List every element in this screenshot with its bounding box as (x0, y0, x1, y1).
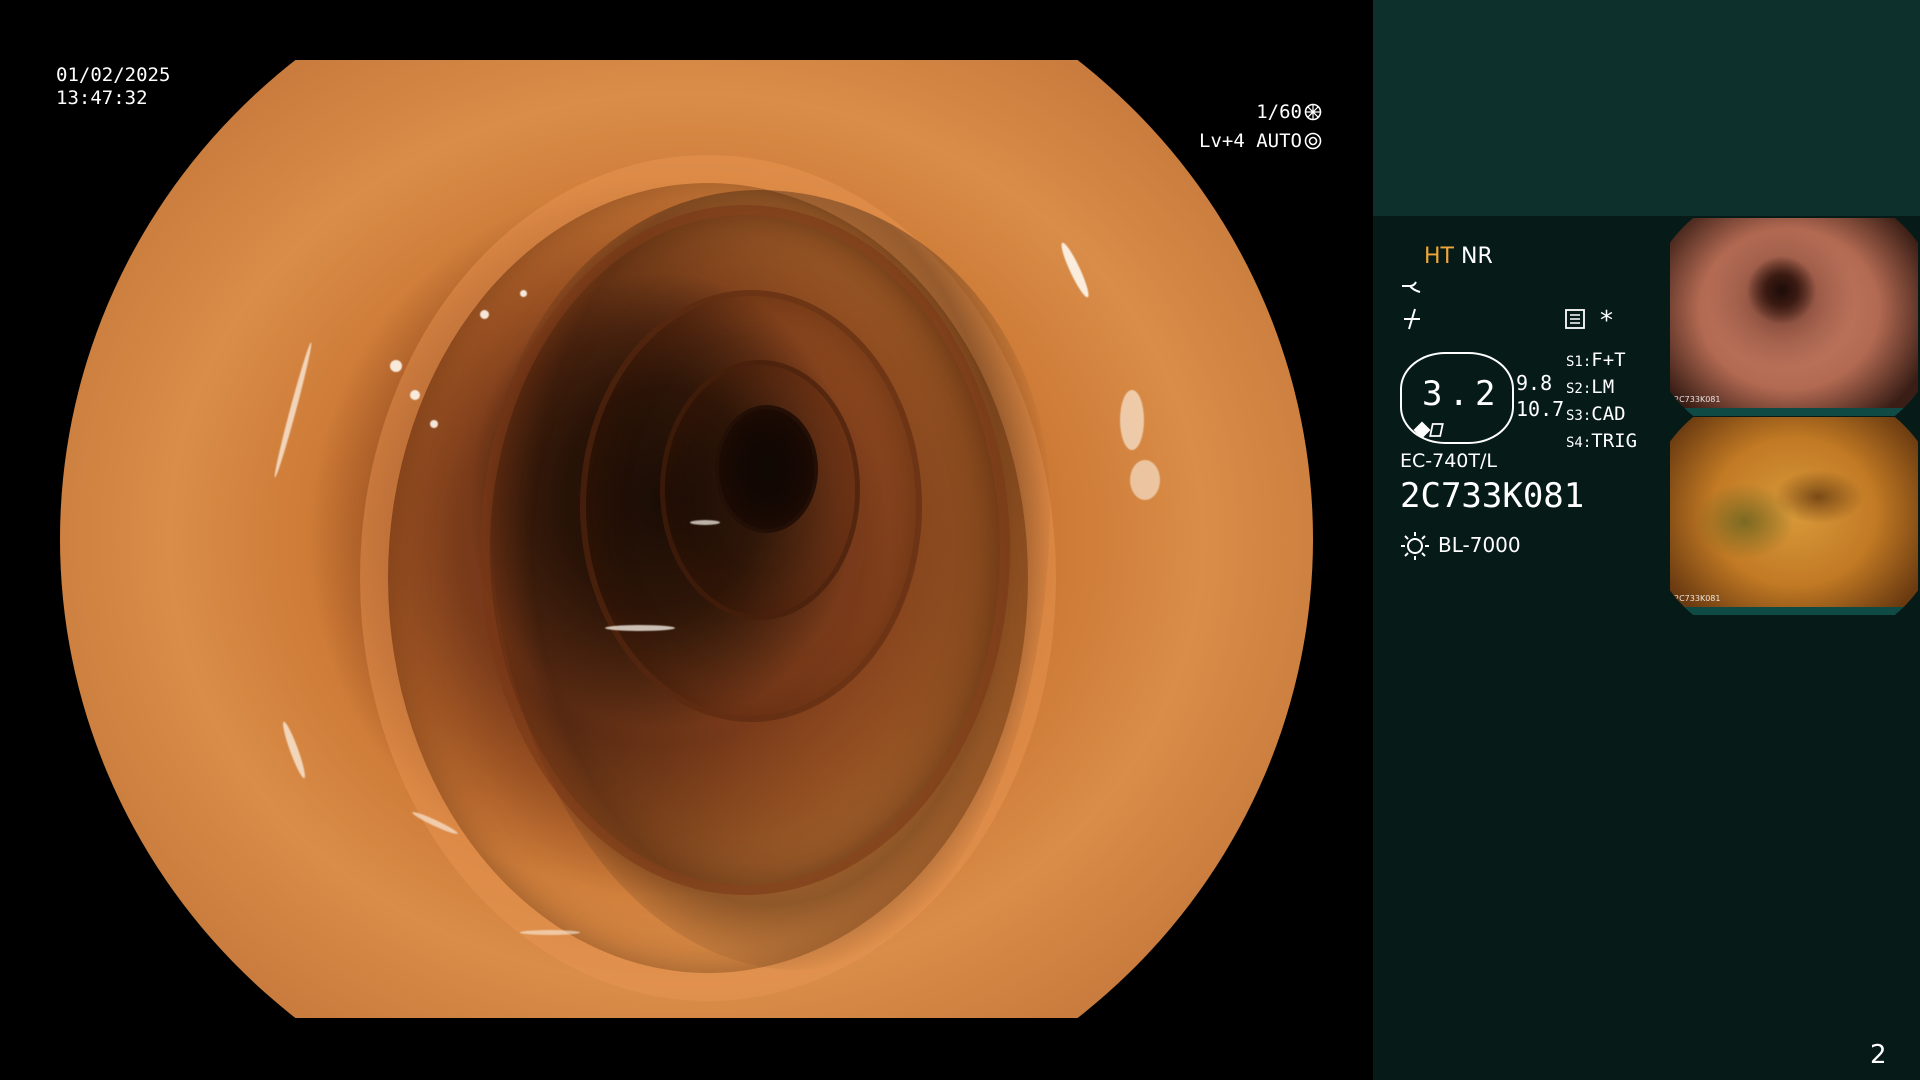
page-number: 2 (1870, 1040, 1887, 1070)
glint (1130, 460, 1160, 500)
value-b: 10.7 (1516, 397, 1565, 421)
captured-image-thumbnail[interactable]: 2C733K081 (1670, 417, 1918, 615)
switch-list: S1:F+T S2:LM S3:CAD S4:TRIG (1566, 348, 1637, 456)
switch-key: S3 (1566, 408, 1583, 424)
switch-row: S2:LM (1566, 376, 1615, 398)
asterisk-indicator: * (1600, 306, 1613, 336)
glint (271, 341, 315, 479)
mode-ht: HT (1424, 244, 1454, 269)
captured-image-thumbnail[interactable]: 2C733K081 (1670, 218, 1918, 416)
shutter-icon (1304, 103, 1322, 121)
iris-mode: AUTO (1256, 130, 1302, 152)
switch-key: S1 (1566, 354, 1583, 370)
value-a: 9.8 (1516, 371, 1553, 395)
mode-nr: NR (1460, 244, 1493, 269)
memory-icon (1565, 309, 1585, 329)
thumbnail-caption: 2C733K081 (1674, 395, 1721, 404)
glint (1120, 390, 1144, 450)
exposure-overlay: 1/60 Lv+4 AUTO (1199, 98, 1322, 156)
structure-enhance-icon (1413, 421, 1444, 439)
glint (520, 930, 580, 935)
glint (410, 390, 420, 400)
panel-top-area (1373, 0, 1920, 216)
switch-value: LM (1591, 376, 1615, 398)
scope-model: EC-740T/L (1400, 450, 1497, 472)
image-mode-row: HT NR (1424, 244, 1493, 269)
glint (430, 420, 438, 428)
thumbnail-caption: 2C733K081 (1674, 594, 1721, 603)
color-enhance-icon (1404, 308, 1420, 330)
switch-value: F+T (1591, 349, 1626, 371)
switch-value: TRIG (1591, 430, 1638, 452)
switch-row: S3:CAD (1566, 403, 1626, 425)
date-text: 01/02/2025 (56, 64, 171, 86)
switch-key: S4 (1566, 435, 1583, 451)
glint (279, 720, 309, 780)
time-text: 13:47:32 (56, 87, 148, 109)
datetime-overlay: 01/02/2025 13:47:32 (56, 64, 170, 110)
light-source-icon (1401, 532, 1429, 560)
switch-key: S2 (1566, 381, 1583, 397)
glint (480, 310, 489, 319)
shutter-speed: 1/60 (1256, 101, 1302, 123)
scope-serial: 2C733K081 (1400, 476, 1585, 516)
measure-values: 9.8 10.7 (1516, 370, 1564, 422)
switch-row: S1:F+T (1566, 349, 1626, 371)
light-source: BL-7000 (1438, 533, 1521, 557)
glint (390, 360, 402, 372)
colon-lumen (715, 405, 818, 533)
switch-value: CAD (1591, 403, 1626, 425)
curve-icon (1402, 281, 1421, 293)
endoscope-live-view (60, 60, 1313, 1018)
enhancement-value: 3.2 (1422, 374, 1502, 414)
brightness-level: Lv+4 (1199, 130, 1245, 152)
glint (1057, 240, 1093, 300)
glint (520, 290, 527, 297)
iris-icon (1304, 132, 1322, 150)
glint (605, 625, 675, 631)
glint (690, 520, 720, 525)
switch-row: S4:TRIG (1566, 430, 1638, 452)
